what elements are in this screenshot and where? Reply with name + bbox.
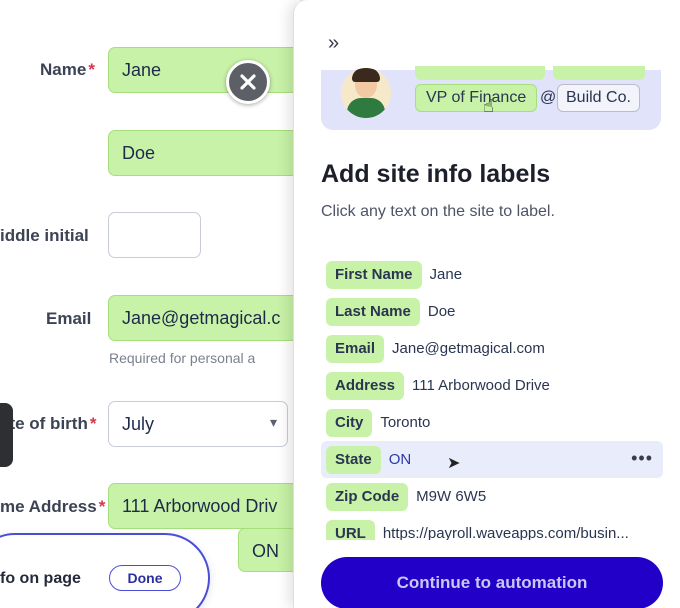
field-chip: Email — [326, 334, 385, 363]
label-list: First Name Jane Last Name Doe Email Jane… — [321, 256, 663, 540]
email-input[interactable]: Jane@getmagical.c — [108, 295, 308, 341]
address-input[interactable]: 111 Arborwood Driv — [108, 483, 308, 529]
company-chip[interactable]: Build Co. — [557, 84, 640, 112]
chevron-down-icon: ▾ — [269, 414, 277, 430]
dob-label: ate of birth * — [0, 414, 97, 433]
label-row-last-name[interactable]: Last Name Doe — [321, 293, 663, 330]
mouse-pointer-icon: ➤ — [447, 455, 461, 472]
name-label: Name * — [40, 60, 95, 79]
field-value: Toronto — [380, 414, 431, 431]
label-panel: » VP of Finance @ Build Co. ☝ Add site i… — [293, 0, 680, 608]
first-name-input[interactable]: Jane — [108, 47, 308, 93]
label-row-state[interactable]: State ON ➤ ••• — [321, 441, 663, 478]
field-chip: State — [326, 445, 381, 474]
email-helper-text: Required for personal a — [109, 350, 256, 366]
field-chip: First Name — [326, 260, 422, 289]
side-handle[interactable] — [0, 403, 13, 467]
info-on-page-label: fo on page — [0, 570, 81, 587]
email-label: Email — [46, 309, 92, 328]
panel-subtitle: Click any text on the site to label. — [321, 203, 555, 220]
field-chip: Zip Code — [326, 482, 409, 511]
field-chip: Address — [326, 371, 405, 400]
field-value: 111 Arborwood Drive — [412, 377, 550, 394]
field-value: Jane — [429, 266, 463, 283]
label-row-email[interactable]: Email Jane@getmagical.com — [321, 330, 663, 367]
done-button[interactable]: Done — [109, 565, 181, 591]
label-row-city[interactable]: City Toronto — [321, 404, 663, 441]
label-row-url[interactable]: URL https://payroll.waveapps.com/busin..… — [321, 515, 663, 540]
field-value: Doe — [427, 303, 456, 320]
label-chip-cropped — [553, 66, 645, 80]
label-row-first-name[interactable]: First Name Jane — [321, 256, 663, 293]
middle-initial-input[interactable] — [108, 212, 201, 258]
job-title-chip[interactable]: VP of Finance — [415, 84, 538, 112]
avatar — [341, 68, 391, 118]
collapse-panel-icon[interactable]: » — [328, 32, 339, 55]
field-chip: URL — [326, 519, 375, 540]
avatar-body-shape — [347, 98, 385, 118]
hand-cursor-icon: ☝ — [483, 96, 494, 116]
dob-month-select[interactable]: July ▾ — [108, 401, 288, 447]
field-value: M9W 6W5 — [416, 488, 487, 505]
label-chip-cropped — [415, 66, 545, 80]
more-options-icon[interactable]: ••• — [631, 448, 653, 469]
at-sign: @ — [540, 89, 557, 106]
field-chip: City — [326, 408, 373, 437]
middle-initial-label: iddle initial — [0, 226, 89, 245]
label-row-zip-code[interactable]: Zip Code M9W 6W5 — [321, 478, 663, 515]
address-label: me Address * — [0, 497, 106, 516]
close-button[interactable] — [226, 60, 270, 104]
profile-preview-card: VP of Finance @ Build Co. ☝ — [321, 66, 661, 130]
label-row-address[interactable]: Address 111 Arborwood Drive — [321, 367, 663, 404]
close-icon — [240, 74, 256, 90]
avatar-hair-shape — [352, 68, 380, 82]
field-chip: Last Name — [326, 297, 420, 326]
field-value: ON — [388, 451, 412, 468]
panel-title: Add site info labels — [321, 160, 551, 188]
field-value: Jane@getmagical.com — [392, 340, 545, 357]
continue-to-automation-button[interactable]: Continue to automation — [321, 557, 663, 608]
last-name-input[interactable]: Doe — [108, 130, 308, 176]
field-value: https://payroll.waveapps.com/busin... — [382, 525, 629, 540]
